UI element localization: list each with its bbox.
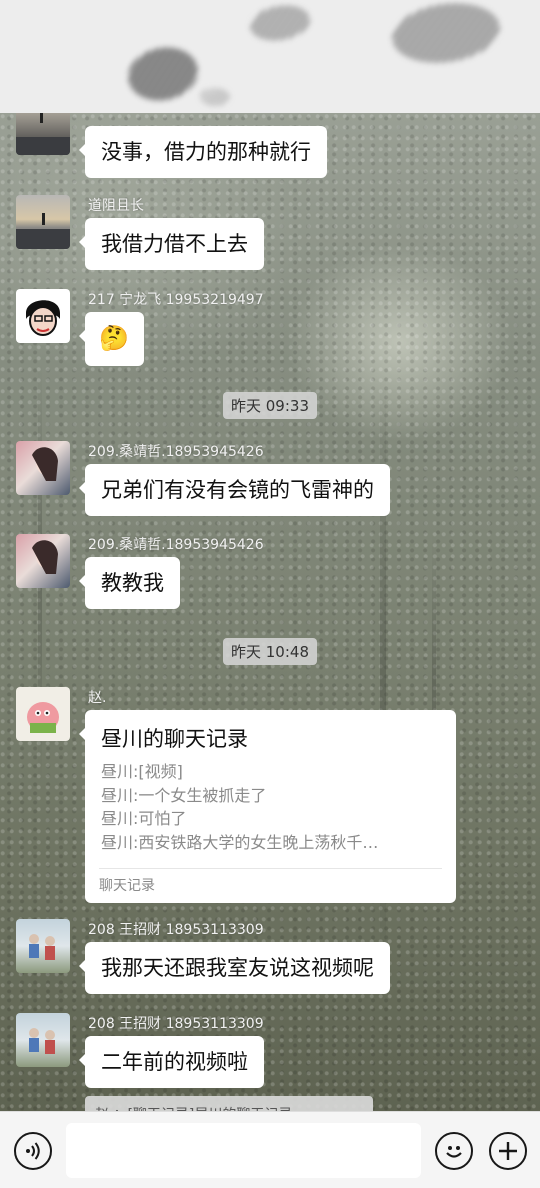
emoji-icon	[446, 1146, 462, 1158]
more-button[interactable]	[489, 1132, 527, 1170]
voice-icon	[26, 1142, 40, 1160]
chat-area[interactable]: 没事，借力的那种就行 道阻且长 我借力借不上去 217 宁龙飞 19953219…	[0, 113, 540, 1111]
message-bubble[interactable]: 教教我	[79, 557, 180, 609]
message-bubble[interactable]: 二年前的视频啦	[79, 1036, 264, 1088]
avatar[interactable]	[16, 1013, 70, 1067]
redacted-area	[247, 1, 313, 45]
sender-name: 208 王招财 18953113309	[88, 922, 264, 938]
message-bubble[interactable]: 兄弟们有没有会镜的飞雷神的	[79, 464, 390, 516]
quote-preview[interactable]: 赵.：[聊天记录]昼川的聊天记录	[85, 1096, 373, 1111]
sender-name: 208 王招财 18953113309	[88, 1016, 264, 1032]
avatar[interactable]	[16, 441, 70, 495]
sender-name: 道阻且长	[88, 198, 144, 214]
avatar[interactable]	[16, 289, 70, 343]
chat-record-card[interactable]: 昼川的聊天记录 昼川:[视频] 昼川:一个女生被抓走了 昼川:可怕了 昼川:西安…	[79, 710, 456, 903]
message-input[interactable]	[66, 1123, 421, 1178]
avatar[interactable]	[16, 919, 70, 973]
emoji-button[interactable]	[435, 1132, 473, 1170]
sender-name: 赵.	[88, 690, 107, 706]
timestamp: 昨天 10:48	[223, 638, 317, 665]
sender-name: 217 宁龙飞 19953219497	[88, 292, 264, 308]
message-bubble[interactable]: 🤔	[79, 312, 144, 366]
divider	[99, 868, 442, 869]
voice-button[interactable]	[14, 1132, 52, 1170]
message-bubble[interactable]: 我借力借不上去	[79, 218, 264, 270]
chat-header	[0, 0, 540, 113]
avatar[interactable]	[16, 687, 70, 741]
avatar[interactable]	[16, 195, 70, 249]
message-bubble[interactable]: 没事，借力的那种就行	[79, 126, 327, 178]
card-footer: 聊天记录	[99, 878, 155, 894]
redacted-area	[388, 0, 504, 70]
redacted-area	[200, 88, 230, 106]
card-line: 昼川:[视频]	[101, 762, 183, 781]
card-title: 昼川的聊天记录	[101, 727, 248, 751]
card-line: 昼川:可怕了	[101, 809, 187, 828]
card-line: 昼川:西安铁路大学的女生晚上荡秋千…	[101, 832, 379, 852]
card-line: 昼川:一个女生被抓走了	[101, 785, 267, 805]
message-bubble[interactable]: 我那天还跟我室友说这视频呢	[79, 942, 390, 994]
redacted-area	[123, 41, 203, 107]
timestamp: 昨天 09:33	[223, 392, 317, 419]
sender-name: 209.桑靖哲.18953945426	[88, 537, 264, 553]
sender-name: 209.桑靖哲.18953945426	[88, 444, 264, 460]
avatar[interactable]	[16, 113, 70, 155]
input-bar	[0, 1111, 540, 1188]
plus-icon	[499, 1142, 517, 1160]
avatar[interactable]	[16, 534, 70, 588]
